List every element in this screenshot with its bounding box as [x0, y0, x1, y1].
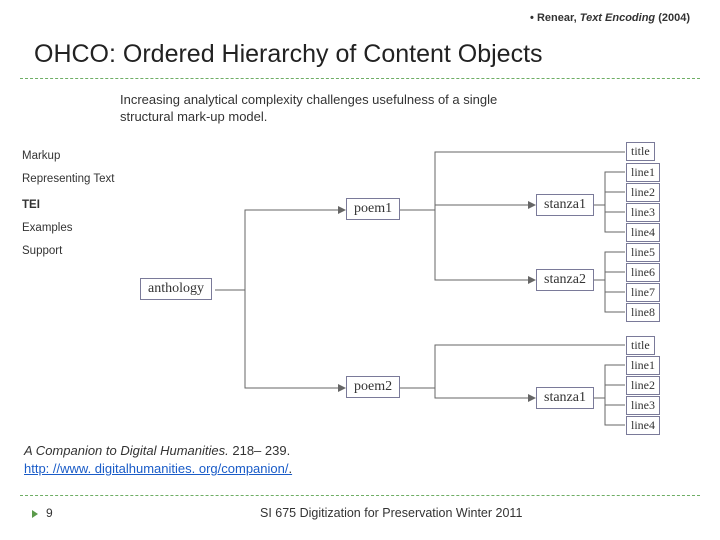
sidebar-item-support: Support — [22, 243, 114, 260]
sidebar-item-reptext: Representing Text — [22, 171, 114, 188]
node-stanza1: stanza1 — [536, 194, 594, 216]
reference-pages: 218– 239. — [232, 443, 290, 458]
citation-book: Text Encoding — [580, 12, 655, 24]
node-poem2: poem2 — [346, 376, 400, 398]
node-line4: line4 — [626, 223, 660, 242]
node-stanza1b: stanza1 — [536, 387, 594, 409]
node-line2: line2 — [626, 183, 660, 202]
reference-text: A Companion to Digital Humanities. 218– … — [24, 443, 290, 458]
node-line3b: line3 — [626, 396, 660, 415]
sidebar-item-examples: Examples — [22, 220, 114, 237]
divider-bottom — [20, 495, 700, 496]
node-title2: title — [626, 336, 655, 355]
sidebar-item-markup: Markup — [22, 148, 114, 165]
node-line7: line7 — [626, 283, 660, 302]
node-line1b: line1 — [626, 356, 660, 375]
sidebar: Markup Representing Text TEI Examples Su… — [22, 148, 114, 266]
node-anthology: anthology — [140, 278, 212, 300]
reference-url: http: //www. digitalhumanities. org/comp… — [24, 461, 288, 476]
tree-diagram: anthology poem1 poem2 title stanza1 stan… — [140, 140, 700, 440]
node-line4b: line4 — [626, 416, 660, 435]
node-poem1: poem1 — [346, 198, 400, 220]
node-line1: line1 — [626, 163, 660, 182]
node-line3: line3 — [626, 203, 660, 222]
footer: 9 SI 675 Digitization for Preservation W… — [0, 506, 720, 528]
page-number: 9 — [46, 506, 53, 520]
page-arrow-icon — [32, 510, 38, 518]
node-line8: line8 — [626, 303, 660, 322]
reference-dot: . — [288, 461, 292, 476]
page-title: OHCO: Ordered Hierarchy of Content Objec… — [34, 40, 543, 69]
sidebar-item-tei: TEI — [22, 197, 114, 214]
node-line5: line5 — [626, 243, 660, 262]
node-line2b: line2 — [626, 376, 660, 395]
course-info: SI 675 Digitization for Preservation Win… — [260, 506, 522, 520]
reference-book: A Companion to Digital Humanities. — [24, 443, 229, 458]
citation-bullet: • — [530, 12, 534, 24]
summary-text: Increasing analytical complexity challen… — [120, 92, 550, 126]
reference-link[interactable]: http: //www. digitalhumanities. org/comp… — [24, 461, 292, 476]
divider-top — [20, 78, 700, 79]
citation-author: Renear, — [537, 12, 577, 24]
node-line6: line6 — [626, 263, 660, 282]
citation-year: (2004) — [658, 12, 690, 24]
node-stanza2: stanza2 — [536, 269, 594, 291]
citation-text: • Renear, Text Encoding (2004) — [530, 12, 690, 24]
node-title1: title — [626, 142, 655, 161]
